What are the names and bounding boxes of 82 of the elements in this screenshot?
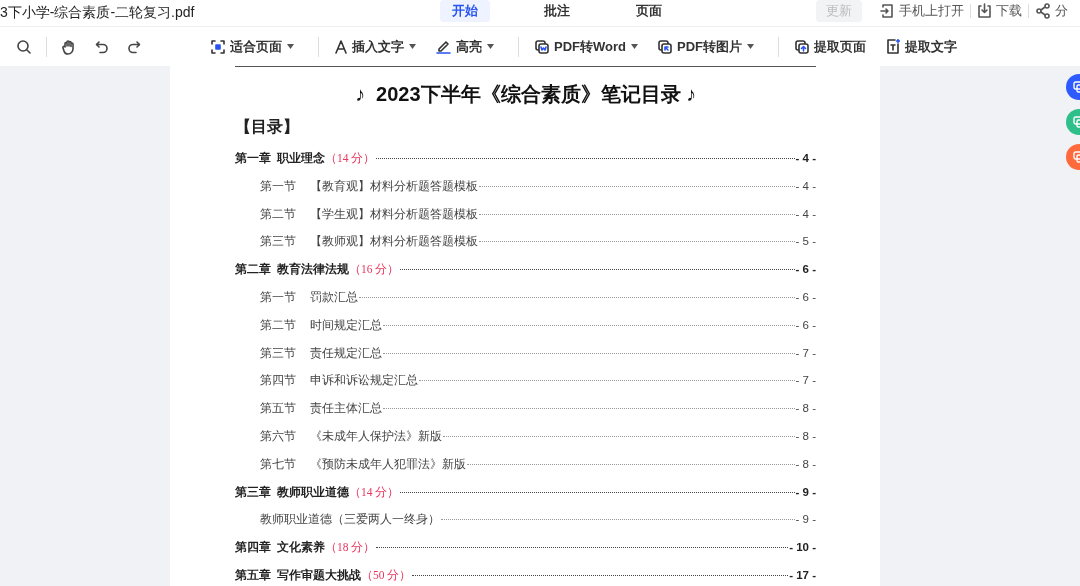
score-text: （18 分） <box>325 540 376 556</box>
page-number: - 4 - <box>795 178 816 194</box>
extract-page-button[interactable]: 提取页面 <box>789 33 872 60</box>
tab[interactable]: 页面 <box>624 0 674 22</box>
redo-icon <box>127 39 141 54</box>
fit-button[interactable]: 适合页面 <box>205 33 300 60</box>
toc-title: 罚款汇总 <box>310 290 358 305</box>
score-text: （16 分） <box>349 262 400 278</box>
search-icon <box>16 38 32 55</box>
fit-page-icon <box>211 39 225 54</box>
file-name: 3下小学-综合素质-二轮复习.pdf <box>0 3 195 22</box>
toc-label: 第三节 <box>260 345 297 361</box>
page-number: - 5 - <box>795 234 816 250</box>
toc-label: 第四节 <box>260 373 297 389</box>
toc-label: 第七节 <box>260 456 297 472</box>
document-title: ♪ 2023下半年《综合素质》笔记目录 ♪ <box>353 82 698 107</box>
image-convert-icon <box>658 39 672 54</box>
phone-button[interactable]: 手机上打开 <box>874 1 970 21</box>
page-number: - 9 - <box>795 512 816 528</box>
toc-label: 第二节 <box>260 206 297 222</box>
toc-title: 【教育观】材料分析题答题模板 <box>310 178 478 194</box>
page-number: - 17 - <box>789 567 816 583</box>
tab[interactable]: 开始 <box>440 0 490 22</box>
tab[interactable]: 批注 <box>532 0 582 22</box>
toc-label: 第五节 <box>260 401 297 417</box>
toc-label: 第一节 <box>260 178 297 194</box>
extract-text-icon <box>886 39 900 54</box>
page-number: - 8 - <box>795 456 816 472</box>
page-number: - 8 - <box>795 401 816 417</box>
page-number: - 6 - <box>795 317 816 333</box>
toc-title: 时间规定汇总 <box>310 317 382 333</box>
toc-heading: 【目录】 <box>235 117 300 137</box>
undo-icon <box>95 39 109 54</box>
toc-label: 第五章 <box>235 567 271 583</box>
page-number: - 8 - <box>795 428 816 444</box>
text-button[interactable]: 插入文字 <box>329 33 422 60</box>
toc-label: 第四章 <box>235 539 271 556</box>
page-number: - 7 - <box>795 373 816 389</box>
hand-icon <box>61 38 77 55</box>
toc-label: 第一章 <box>235 150 271 166</box>
page-number: - 7 - <box>795 345 816 361</box>
extract-text-button[interactable]: 提取文字 <box>880 33 963 60</box>
toc-label: 第三节 <box>260 234 297 250</box>
text-icon <box>335 39 347 54</box>
download-icon <box>977 3 992 19</box>
toc-title: 责任主体汇总 <box>310 401 382 417</box>
toc-title: 教师职业道德 <box>277 484 349 500</box>
toc-label: 第六节 <box>260 428 297 444</box>
score-text: （50 分） <box>361 567 412 583</box>
score-text: （14 分） <box>325 151 376 166</box>
word-button[interactable]: PDF转Word <box>529 33 644 60</box>
highlight-button[interactable]: 高亮 <box>430 33 500 60</box>
extract-page-icon <box>795 39 809 54</box>
toc-label: 第三章 <box>235 484 271 500</box>
download-button[interactable]: 下载 <box>971 1 1028 21</box>
toc-label: 第二章 <box>235 261 271 278</box>
share-button[interactable]: 分 <box>1029 1 1074 21</box>
toc-label: 第二节 <box>260 317 297 333</box>
toc-title: 《预防未成年人犯罪法》新版 <box>310 456 466 472</box>
score-text: （14 分） <box>349 484 400 500</box>
toc-title: 写作审题大挑战 <box>277 567 361 583</box>
page-number: - 6 - <box>795 290 816 305</box>
image-button[interactable]: PDF转图片 <box>652 33 760 60</box>
page-number: - 9 - <box>795 484 816 500</box>
toc-label: 第一节 <box>260 290 297 305</box>
toc-title: 教师职业道德（三爱两人一终身） <box>260 512 440 528</box>
toc-title: 【学生观】材料分析题答题模板 <box>310 206 478 222</box>
toc-title: 文化素养 <box>277 539 325 556</box>
toc-title: 申诉和诉讼规定汇总 <box>310 373 418 389</box>
highlighter-icon <box>436 39 451 54</box>
open-on-phone-icon <box>880 3 895 19</box>
page-number: - 10 - <box>789 540 816 556</box>
page-number: - 4 - <box>795 151 816 166</box>
toc-title: 责任规定汇总 <box>310 345 382 361</box>
page-number: - 4 - <box>795 206 816 222</box>
toc-title: 《未成年人保护法》新版 <box>310 428 442 444</box>
toc-title: 教育法律法规 <box>277 261 349 278</box>
toc-title: 【教师观】材料分析题答题模板 <box>310 234 478 250</box>
share-icon <box>1035 3 1051 19</box>
toc-title: 职业理念 <box>277 151 325 166</box>
document-convert-icon <box>535 39 549 54</box>
page-number: - 6 - <box>795 262 816 278</box>
